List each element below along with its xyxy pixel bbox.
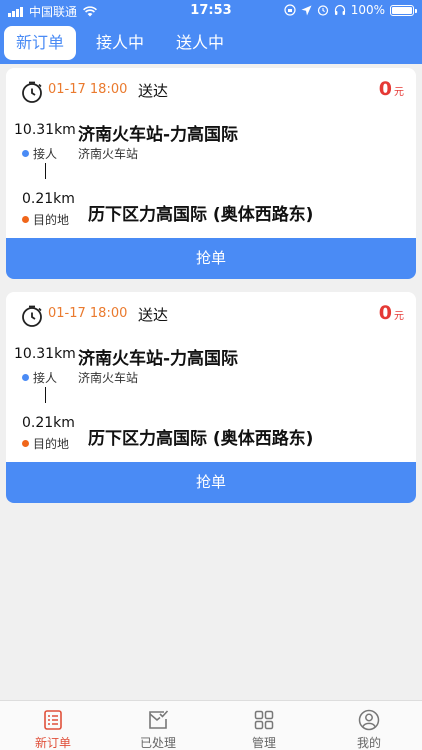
destination-dot-icon — [22, 216, 29, 223]
destination-text: 目的地 — [33, 213, 70, 227]
pickup-distance: 10.31km — [14, 122, 76, 138]
order-card: 01-17 18:00 送达 0元 10.31km 济南火车站-力高国际 接人 … — [6, 292, 416, 503]
route-connector — [45, 387, 46, 403]
destination-label: 目的地 — [22, 211, 69, 228]
tab-bar: 新订单 接人中 送人中 — [0, 22, 422, 64]
pickup-dot-icon — [22, 374, 29, 381]
rotation-lock-icon — [284, 4, 296, 16]
pickup-location: 济南火车站 — [78, 147, 139, 161]
order-card: 01-17 18:00 送达 0元 10.31km 济南火车站-力高国际 接人 … — [6, 68, 416, 279]
destination-distance: 0.21km — [22, 415, 75, 431]
route-title: 济南火车站-力高国际 — [78, 125, 239, 145]
bottom-nav: 新订单 已处理 管理 我的 — [0, 700, 422, 750]
nav-label: 已处理 — [139, 736, 176, 750]
location-icon — [301, 5, 312, 15]
status-bar: 中国联通 17:53 100% — [0, 0, 422, 22]
nav-profile[interactable]: 我的 — [319, 701, 419, 750]
destination-address: 历下区力高国际 (奥体西路东) — [88, 205, 314, 225]
nav-processed[interactable]: 已处理 — [108, 701, 208, 750]
user-icon — [358, 709, 380, 731]
price-unit: 元 — [394, 311, 404, 322]
nav-label: 新订单 — [34, 736, 71, 750]
nav-new-orders[interactable]: 新订单 — [3, 701, 103, 750]
pickup-label: 接人 — [22, 369, 57, 386]
route-title: 济南火车站-力高国际 — [78, 349, 239, 369]
headphones-icon — [334, 4, 345, 15]
pickup-distance: 10.31km — [14, 346, 76, 362]
battery-icon — [390, 4, 417, 16]
price-value: 0 — [378, 302, 392, 324]
list-icon — [44, 710, 62, 730]
app-header: 中国联通 17:53 100% 新订单 接人中 送人中 — [0, 0, 422, 64]
destination-text: 目的地 — [33, 437, 70, 451]
status-right: 100% — [284, 3, 417, 17]
destination-dot-icon — [22, 440, 29, 447]
tab-picking-up[interactable]: 接人中 — [84, 26, 156, 60]
grab-order-button[interactable]: 抢单 — [6, 238, 416, 279]
order-price: 0元 — [379, 302, 404, 324]
order-type: 送达 — [138, 306, 169, 324]
order-time: 01-17 18:00 — [48, 82, 128, 97]
order-type: 送达 — [138, 82, 169, 100]
destination-address: 历下区力高国际 (奥体西路东) — [88, 429, 314, 449]
pickup-location: 济南火车站 — [78, 371, 139, 385]
pickup-text: 接人 — [33, 147, 58, 161]
order-price: 0元 — [379, 78, 404, 100]
price-unit: 元 — [394, 87, 404, 98]
destination-distance: 0.21km — [22, 191, 75, 207]
destination-label: 目的地 — [22, 435, 69, 452]
price-value: 0 — [378, 78, 392, 100]
battery-label: 100% — [350, 3, 385, 17]
nav-manage[interactable]: 管理 — [214, 701, 314, 750]
grab-order-button[interactable]: 抢单 — [6, 462, 416, 503]
tab-new-orders[interactable]: 新订单 — [4, 26, 76, 60]
pickup-dot-icon — [22, 150, 29, 157]
mail-check-icon — [149, 710, 169, 729]
nav-label: 我的 — [356, 736, 381, 750]
nav-label: 管理 — [251, 736, 276, 750]
tab-delivering[interactable]: 送人中 — [164, 26, 236, 60]
clock-icon — [22, 81, 42, 103]
order-time: 01-17 18:00 — [48, 306, 128, 321]
alarm-icon — [317, 5, 328, 16]
clock-icon — [22, 305, 42, 327]
pickup-label: 接人 — [22, 145, 57, 162]
pickup-text: 接人 — [33, 371, 58, 385]
route-connector — [45, 163, 46, 179]
grid-icon — [254, 710, 274, 730]
